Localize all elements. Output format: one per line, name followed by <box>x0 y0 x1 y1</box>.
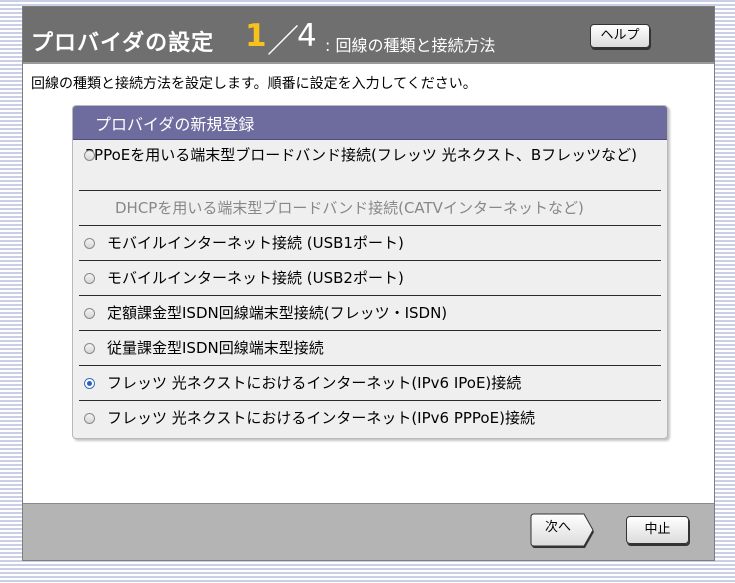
next-button[interactable]: 次へ <box>530 513 596 549</box>
radio-icon[interactable] <box>84 308 95 319</box>
radio-icon[interactable] <box>84 413 95 424</box>
option-label: フレッツ 光ネクストにおけるインターネット(IPv6 PPPoE)接続 <box>107 409 535 427</box>
radio-icon[interactable] <box>84 343 95 354</box>
step-total: 4 <box>297 18 317 54</box>
help-button[interactable]: ヘルプ <box>590 24 650 48</box>
step-current: 1 <box>245 18 267 54</box>
instruction-text: 回線の種類と接続方法を設定します。順番に設定を入力してください。 <box>31 76 477 92</box>
step-label: : 回線の種類と接続方法 <box>325 36 496 55</box>
setup-window: プロバイダの設定 1 ／ 4 : 回線の種類と接続方法 ヘルプ 回線の種類と接続… <box>22 6 715 561</box>
panel-title: プロバイダの新規登録 <box>73 106 667 140</box>
option-isdn-flat[interactable]: 定額課金型ISDN回線端末型接続(フレッツ・ISDN) <box>79 296 661 331</box>
option-label: モバイルインターネット接続 (USB2ポート) <box>107 269 404 287</box>
option-label: モバイルインターネット接続 (USB1ポート) <box>107 234 404 252</box>
radio-icon[interactable] <box>84 238 95 249</box>
header-bar: プロバイダの設定 1 ／ 4 : 回線の種類と接続方法 ヘルプ <box>23 7 714 64</box>
option-ipv6-ipoe[interactable]: フレッツ 光ネクストにおけるインターネット(IPv6 IPoE)接続 <box>79 366 661 401</box>
option-label: 従量課金型ISDN回線端末型接続 <box>107 339 324 357</box>
cancel-button[interactable]: 中止 <box>626 516 689 544</box>
radio-selected-icon[interactable] <box>84 378 95 389</box>
option-label: 定額課金型ISDN回線端末型接続(フレッツ・ISDN) <box>107 304 448 322</box>
option-ipv6-pppoe[interactable]: フレッツ 光ネクストにおけるインターネット(IPv6 PPPoE)接続 <box>79 401 661 436</box>
next-label: 次へ <box>544 520 571 535</box>
option-isdn-metered[interactable]: 従量課金型ISDN回線端末型接続 <box>79 331 661 366</box>
radio-icon[interactable] <box>84 273 95 284</box>
option-mobile-usb1[interactable]: モバイルインターネット接続 (USB1ポート) <box>79 226 661 261</box>
page-title: プロバイダの設定 <box>31 31 215 56</box>
option-label: DHCPを用いる端末型ブロードバンド接続(CATVインターネットなど) <box>115 199 584 217</box>
provider-panel: プロバイダの新規登録 PPPoEを用いる端末型ブロードバンド接続(フレッツ 光ネ… <box>72 105 668 439</box>
option-pppoe[interactable]: PPPoEを用いる端末型ブロードバンド接続(フレッツ 光ネクスト、Bフレッツなど… <box>79 140 661 191</box>
radio-icon[interactable] <box>84 150 95 161</box>
option-label: フレッツ 光ネクストにおけるインターネット(IPv6 IPoE)接続 <box>107 374 522 392</box>
step-slash: ／ <box>267 22 300 60</box>
option-mobile-usb2[interactable]: モバイルインターネット接続 (USB2ポート) <box>79 261 661 296</box>
footer-bar: 次へ 中止 <box>23 503 714 560</box>
option-dhcp: DHCPを用いる端末型ブロードバンド接続(CATVインターネットなど) <box>79 191 661 226</box>
option-label: PPPoEを用いる端末型ブロードバンド接続(フレッツ 光ネクスト、Bフレッツなど… <box>85 146 638 164</box>
